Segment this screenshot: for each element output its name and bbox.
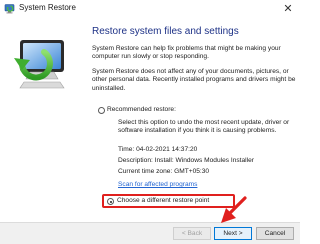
recommended-restore-radio[interactable] <box>98 107 105 114</box>
data-safety-paragraph: System Restore does not affect any of yo… <box>92 68 296 92</box>
next-button[interactable]: Next > <box>214 227 252 240</box>
back-button[interactable]: < Back <box>173 227 211 240</box>
intro-paragraph: System Restore can help fix problems tha… <box>92 45 281 61</box>
scan-affected-programs-link[interactable]: Scan for affected programs <box>118 181 197 188</box>
title-bar: System Restore ✕ <box>0 0 300 18</box>
button-bar: < Back Next > Cancel <box>0 222 300 244</box>
restore-time: Time: 04-02-2021 14:37:20 <box>118 146 198 153</box>
choose-restore-point-radio[interactable] <box>107 198 114 205</box>
recommended-restore-label[interactable]: Recommended restore: <box>107 106 176 113</box>
cancel-button[interactable]: Cancel <box>256 227 294 240</box>
content-area: Restore system files and settings System… <box>85 18 300 222</box>
close-icon: ✕ <box>283 3 293 15</box>
red-arrow-icon <box>221 196 247 223</box>
window-title: System Restore <box>19 3 76 12</box>
system-restore-icon <box>4 4 15 14</box>
restore-description: Description: Install: Windows Modules In… <box>118 157 254 164</box>
page-heading: Restore system files and settings <box>92 26 239 37</box>
current-time-zone: Current time zone: GMT+05:30 <box>118 168 210 175</box>
system-restore-window: System Restore ✕ Restore system files an… <box>0 0 300 244</box>
monitor-restore-icon <box>14 40 65 89</box>
close-button[interactable]: ✕ <box>276 0 300 18</box>
choose-restore-point-label[interactable]: Choose a different restore point <box>117 197 209 204</box>
recommended-restore-description: Select this option to undo the most rece… <box>118 119 290 135</box>
left-panel <box>0 18 85 244</box>
